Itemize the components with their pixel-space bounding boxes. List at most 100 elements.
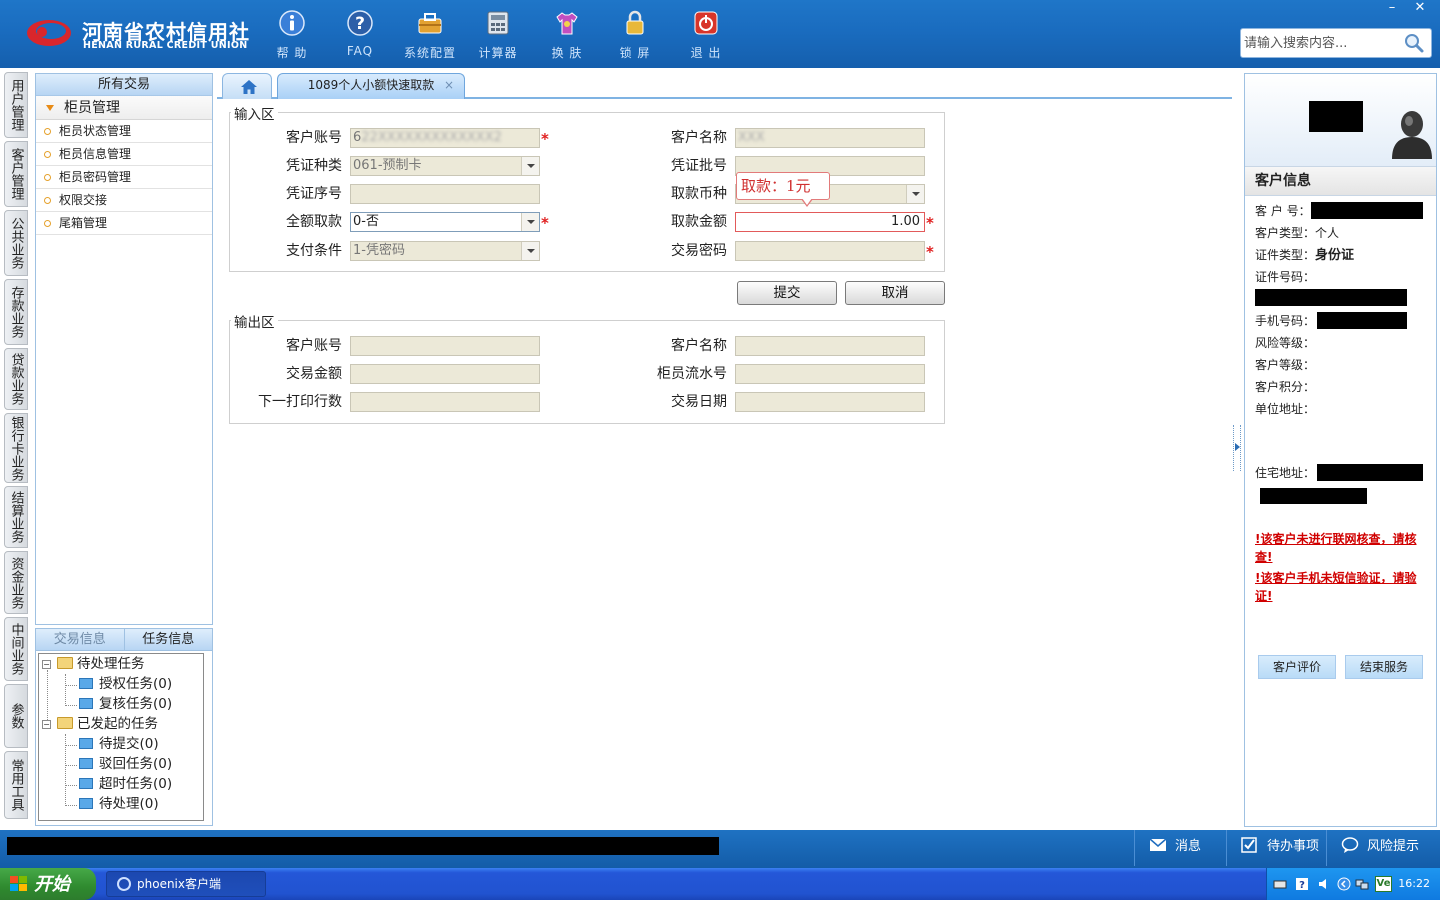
vnav-common-tools[interactable]: 常用工具	[4, 751, 28, 819]
customer-no-label: 客 户 号：	[1255, 204, 1311, 218]
vnav-deposit-business[interactable]: 存款业务	[4, 279, 28, 345]
start-button[interactable]: 开始	[0, 868, 96, 900]
teller-management-group[interactable]: 柜员管理	[36, 96, 212, 120]
voucher-type-select[interactable]: 061-预制卡	[350, 156, 540, 176]
vnav-fund-business[interactable]: 资金业务	[4, 551, 28, 614]
submit-button[interactable]: 提交	[737, 281, 837, 305]
cancel-button[interactable]: 取消	[845, 281, 945, 305]
tree-node-initiated-tasks[interactable]: − 已发起的任务	[42, 714, 158, 734]
envelope-icon	[1149, 838, 1167, 851]
windows-flag-icon	[10, 876, 27, 891]
menu-item-teller-info[interactable]: 柜员信息管理	[36, 143, 212, 166]
voucher-type-label: 凭证种类	[286, 158, 342, 174]
system-config-button[interactable]: 系统配置	[400, 8, 460, 60]
volume-icon[interactable]	[1317, 877, 1331, 891]
password-field[interactable]	[735, 241, 925, 261]
vnav-intermediate-business[interactable]: 中间业务	[4, 617, 28, 681]
full-withdraw-select[interactable]: 0-否	[350, 212, 540, 232]
voucher-seq-field[interactable]	[350, 184, 540, 204]
app-icon	[117, 877, 131, 891]
home-icon	[241, 80, 257, 94]
messages-button[interactable]: 消息	[1134, 830, 1226, 866]
tab-home[interactable]	[222, 73, 272, 99]
help-button[interactable]: 帮 助	[262, 8, 322, 60]
vnav-loan-business[interactable]: 贷款业务	[4, 348, 28, 410]
chevron-down-icon[interactable]	[906, 185, 924, 203]
search-icon[interactable]	[1403, 32, 1425, 54]
tree-node-to-submit[interactable]: 待提交(0)	[79, 734, 159, 754]
work-address-label: 单位地址：	[1255, 402, 1316, 416]
customer-type-value: 个人	[1315, 226, 1340, 240]
voucher-seq-label: 凭证序号	[286, 186, 342, 202]
collapse-icon[interactable]: −	[42, 660, 51, 669]
chevron-down-icon[interactable]	[521, 157, 539, 175]
skin-button[interactable]: 换 肤	[537, 8, 597, 60]
customer-info-title: 客户信息	[1245, 166, 1436, 196]
menu-item-permission-handover[interactable]: 权限交接	[36, 189, 212, 212]
warning-network-check[interactable]: !该客户未进行联网核查，请核查!	[1255, 530, 1433, 566]
avatar-icon	[1392, 111, 1432, 159]
vnav-public-business[interactable]: 公共业务	[4, 210, 28, 276]
chevron-down-icon[interactable]	[521, 242, 539, 260]
vnav-parameters[interactable]: 参数	[4, 684, 28, 748]
vnav-settlement-business[interactable]: 结算业务	[4, 486, 28, 548]
customer-type-row: 客户类型：个人	[1255, 224, 1339, 242]
tab-transaction-info[interactable]: 交易信息	[36, 629, 125, 650]
logo-mark-icon	[27, 20, 71, 46]
todo-button[interactable]: 待办事项	[1226, 830, 1324, 866]
end-service-button[interactable]: 结束服务	[1345, 655, 1423, 679]
warning-sms-verify[interactable]: !该客户手机未短信验证，请验证!	[1255, 569, 1433, 605]
voucher-type-value: 061-预制卡	[353, 158, 422, 173]
close-window-button[interactable]: ✕	[1406, 0, 1434, 18]
vnav-customer-management[interactable]: 客户管理	[4, 141, 28, 207]
keyboard-icon[interactable]	[1273, 877, 1287, 891]
amount-field[interactable]: 1.00	[735, 212, 925, 232]
tree-line	[65, 765, 77, 766]
expand-tray-icon[interactable]	[1337, 877, 1351, 891]
vnav-user-management[interactable]: 用户管理	[4, 72, 28, 138]
lock-screen-button[interactable]: 锁 屏	[605, 8, 665, 60]
transaction-menu-panel: 所有交易 柜员管理 柜员状态管理 柜员信息管理 柜员密码管理 权限交接 尾箱管理	[35, 73, 213, 625]
risk-alert-button[interactable]: 风险提示	[1326, 830, 1440, 866]
menu-item-teller-status[interactable]: 柜员状态管理	[36, 120, 212, 143]
home-address-redacted	[1317, 464, 1423, 481]
customer-name-label: 客户名称	[671, 130, 727, 146]
panel-splitter[interactable]	[1233, 425, 1241, 471]
tree-node-review-tasks[interactable]: 复核任务(0)	[79, 694, 172, 714]
vnav-card-business[interactable]: 银行卡业务	[4, 413, 28, 483]
taskbar-app-phoenix[interactable]: phoenix客户端	[106, 871, 266, 897]
tree-node-to-process[interactable]: 待处理(0)	[79, 794, 159, 814]
customer-evaluation-button[interactable]: 客户评价	[1258, 655, 1336, 679]
exit-button[interactable]: 退 出	[676, 8, 736, 60]
search-input[interactable]	[1244, 30, 1404, 56]
tab-close-icon[interactable]: ×	[444, 74, 454, 96]
tree-line	[65, 674, 66, 706]
window-controls: – ✕	[1378, 0, 1434, 20]
help-tray-icon[interactable]: ?	[1295, 877, 1309, 891]
customer-name-field[interactable]: XXX	[735, 128, 925, 148]
faq-button[interactable]: ? FAQ	[330, 8, 390, 60]
pay-condition-select[interactable]: 1-凭密码	[350, 241, 540, 261]
menu-item-cashbox-management[interactable]: 尾箱管理	[36, 212, 212, 235]
minimize-button[interactable]: –	[1378, 0, 1406, 18]
tree-node-timeout[interactable]: 超时任务(0)	[79, 774, 172, 794]
account-field[interactable]: 622XXXXXXXXXXXXX2	[350, 128, 540, 148]
tree-node-pending-tasks[interactable]: − 待处理任务	[42, 654, 145, 674]
warning-text: 该客户手机未短信验证，请验证!	[1255, 571, 1417, 603]
tab-quick-withdrawal[interactable]: 1089个人小额快速取款 ×	[277, 73, 465, 99]
tab-task-info[interactable]: 任务信息	[125, 629, 213, 650]
tree-node-rejected[interactable]: 驳回任务(0)	[79, 754, 172, 774]
chevron-down-icon[interactable]	[521, 213, 539, 231]
network-icon[interactable]	[1355, 877, 1369, 891]
menu-item-label: 柜员状态管理	[59, 124, 132, 138]
calculator-button[interactable]: 计算器	[468, 8, 528, 60]
out-teller-serial-label: 柜员流水号	[657, 366, 727, 382]
ve-tray-icon[interactable]: Ve	[1375, 876, 1392, 892]
collapse-icon[interactable]: −	[42, 720, 51, 729]
customer-photo-area	[1245, 74, 1436, 166]
menu-item-teller-password[interactable]: 柜员密码管理	[36, 166, 212, 189]
bullet-icon	[44, 151, 51, 158]
password-label: 交易密码	[671, 243, 727, 259]
toolbox-icon	[418, 13, 442, 34]
tree-node-auth-tasks[interactable]: 授权任务(0)	[79, 674, 172, 694]
